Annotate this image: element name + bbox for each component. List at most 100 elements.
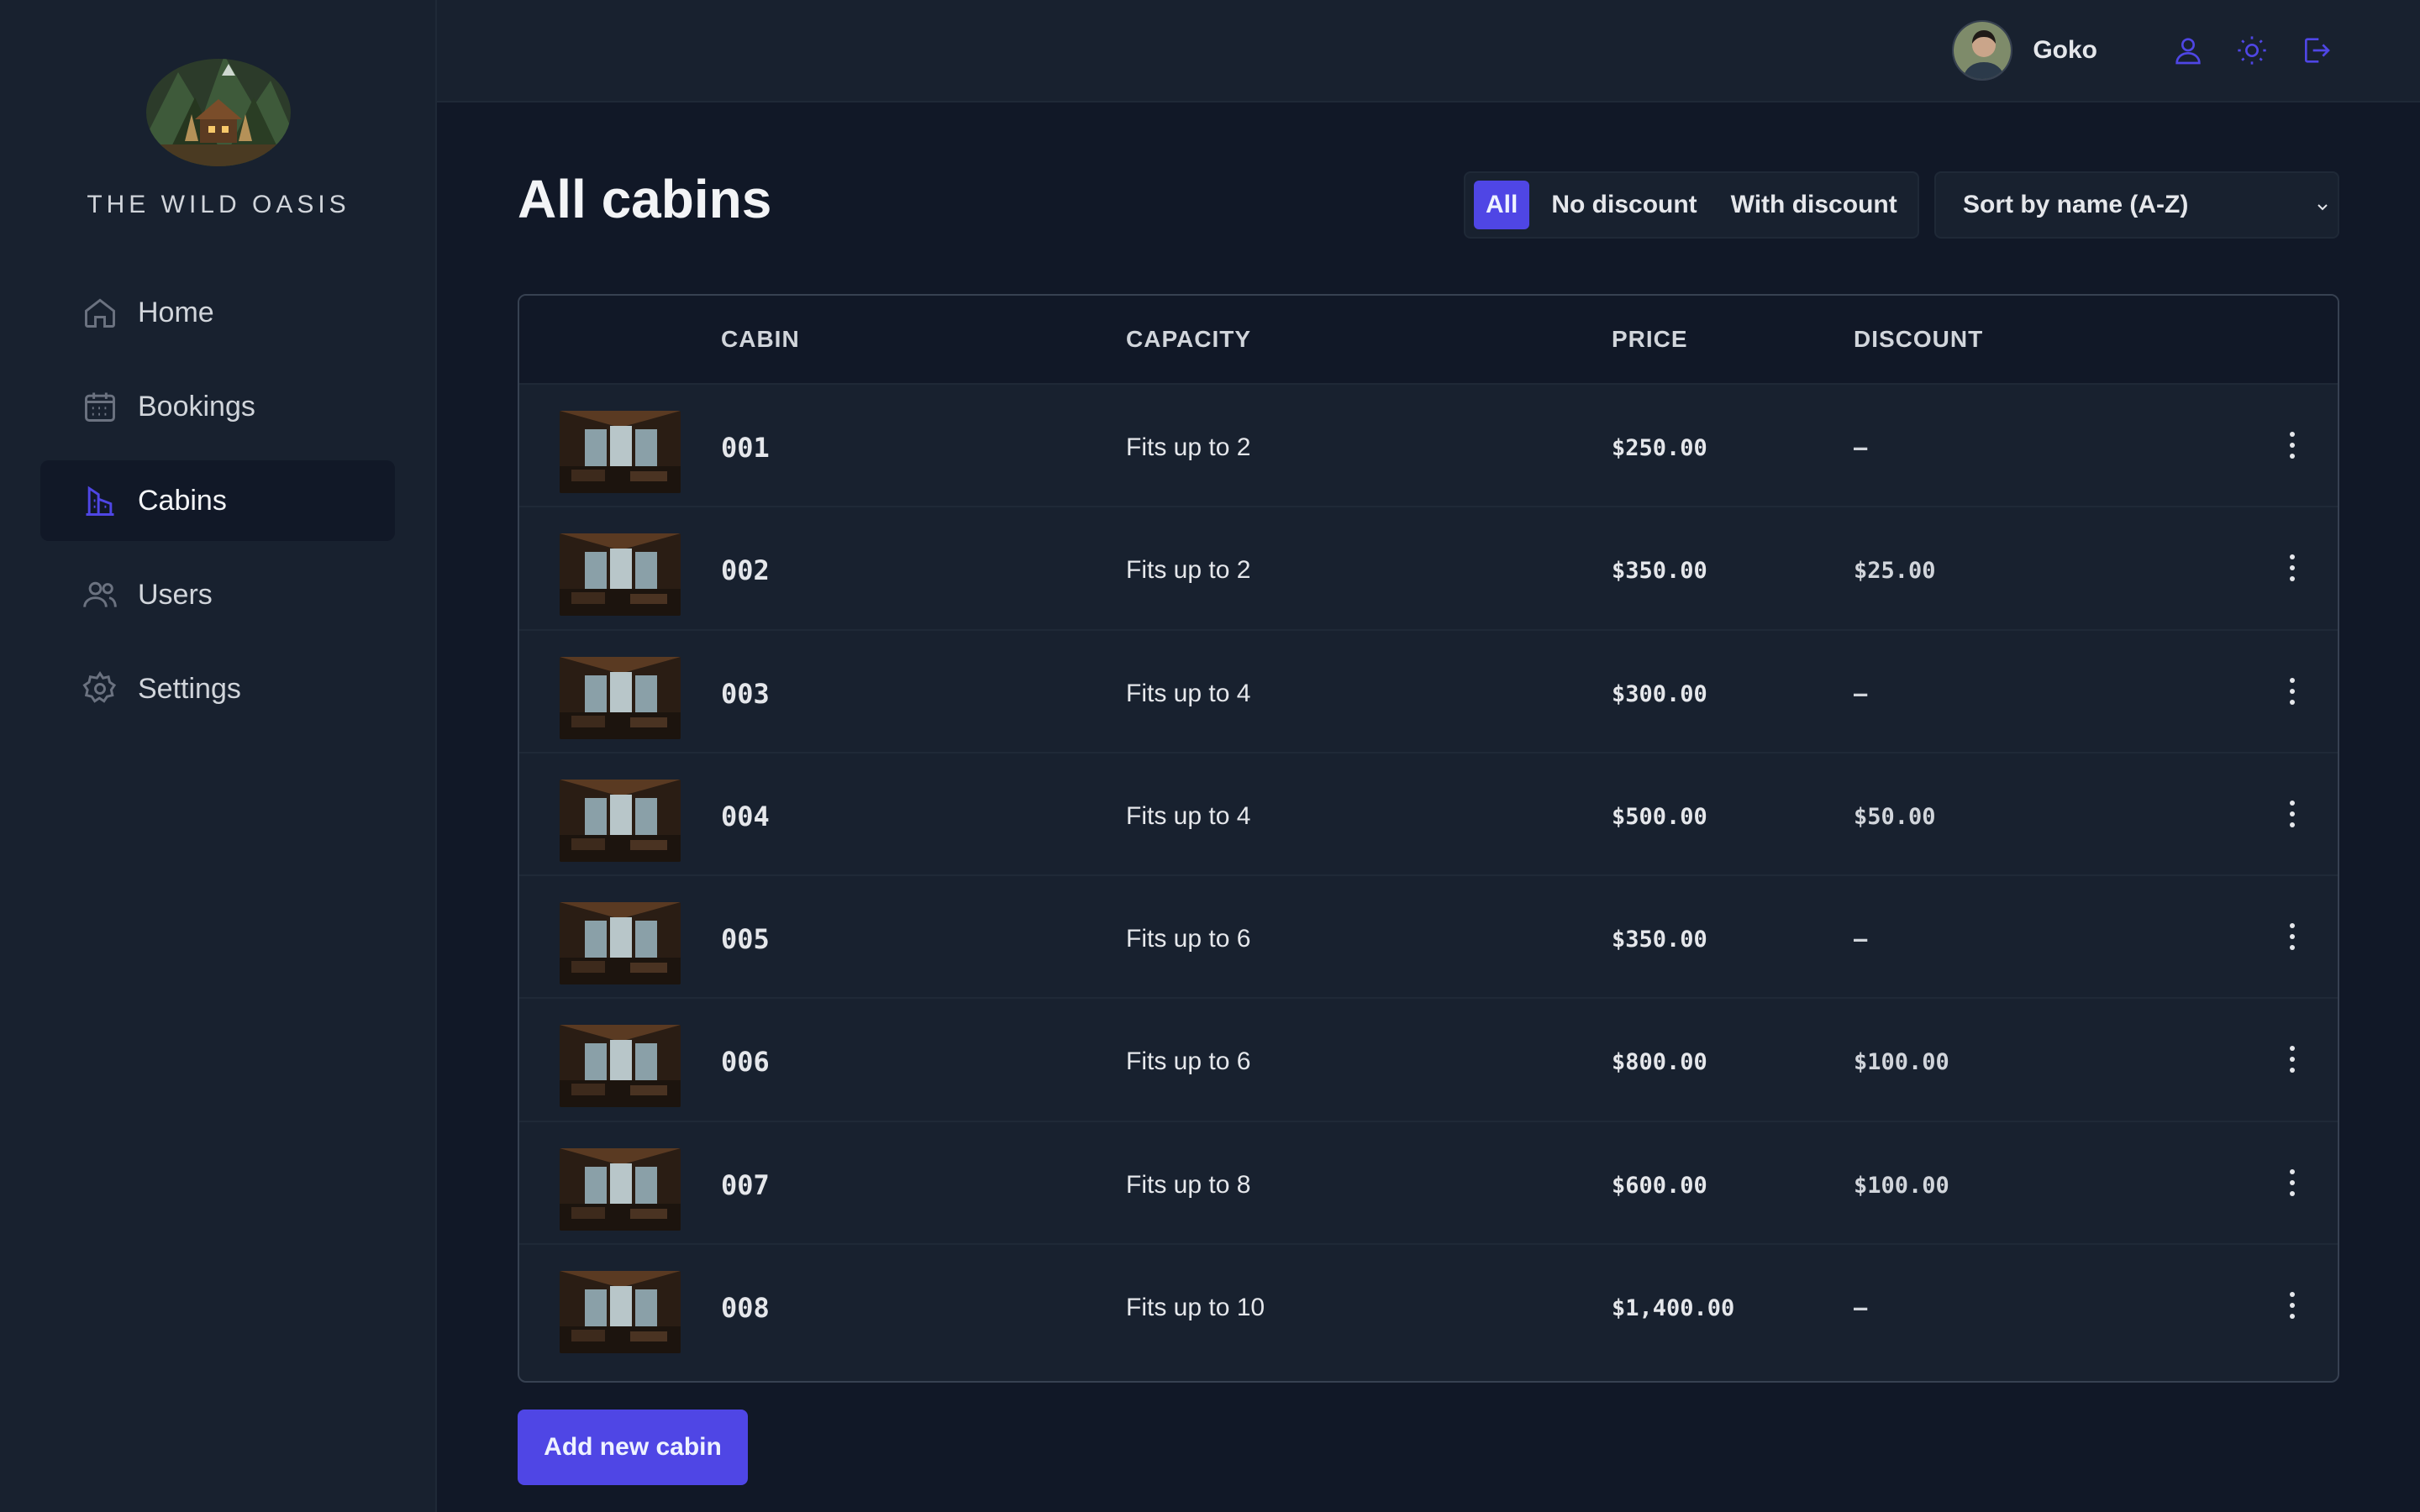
cabin-price: $300.00 — [1612, 680, 1707, 707]
cabin-discount: — — [1854, 435, 1868, 461]
cabin-price: $350.00 — [1612, 927, 1707, 953]
more-vertical-icon — [2290, 1046, 2295, 1052]
cabin-thumbnail — [560, 902, 681, 985]
user-name: Goko — [2033, 36, 2097, 64]
more-vertical-icon — [2290, 1168, 2295, 1174]
cabin-price: $250.00 — [1612, 435, 1707, 461]
cabin-discount: — — [1854, 680, 1868, 707]
cabin-discount: $100.00 — [1854, 1049, 1949, 1076]
more-vertical-icon-dot — [2290, 1303, 2295, 1309]
gear-icon — [81, 669, 119, 708]
page-title: All cabins — [518, 169, 772, 229]
nav-label-users: Users — [138, 578, 213, 611]
more-vertical-icon — [2290, 923, 2295, 929]
more-vertical-icon-dot — [2290, 699, 2295, 705]
filter-all-button[interactable]: All — [1474, 181, 1530, 229]
nav-item-cabins[interactable]: Cabins — [40, 460, 395, 541]
row-menu-button[interactable] — [2286, 797, 2299, 831]
row-menu-button[interactable] — [2286, 920, 2299, 953]
more-vertical-icon — [2290, 432, 2295, 437]
sun-icon — [2238, 36, 2266, 65]
cabin-name: 003 — [721, 677, 770, 710]
column-header-price: PRICE — [1612, 326, 1688, 352]
brand-name: THE WILD OASIS — [87, 191, 350, 218]
cabin-thumbnail — [560, 656, 681, 739]
more-vertical-icon-dot — [2290, 945, 2295, 951]
cabin-thumbnail — [560, 1271, 681, 1354]
avatar — [1952, 20, 2013, 81]
filter-no-discount-button[interactable]: No discount — [1539, 181, 1708, 229]
nav-item-bookings[interactable]: Bookings — [40, 366, 395, 447]
cabin-name: 001 — [721, 432, 770, 464]
table-row: 007 Fits up to 8 $600.00 $100.00 — [519, 1121, 2338, 1246]
sidebar: THE WILD OASIS Home Bookings Cabins User… — [0, 0, 437, 1512]
cabin-capacity: Fits up to 2 — [1126, 433, 1251, 461]
sort-select-value: Sort by name (A-Z) — [1963, 191, 2189, 218]
cabin-price: $350.00 — [1612, 558, 1707, 585]
row-menu-button[interactable] — [2286, 428, 2299, 462]
nav-item-settings[interactable]: Settings — [40, 648, 395, 729]
table-header: CABIN CAPACITY PRICE DISCOUNT — [519, 296, 2338, 385]
cabin-name: 006 — [721, 1046, 770, 1079]
nav-item-home[interactable]: Home — [40, 272, 395, 353]
cabin-discount: $100.00 — [1854, 1172, 1949, 1199]
filter-with-discount-button[interactable]: With discount — [1719, 181, 1909, 229]
column-header-discount: DISCOUNT — [1854, 326, 1984, 352]
cabin-thumbnail — [560, 779, 681, 862]
cabin-thumbnail — [560, 533, 681, 617]
row-menu-button[interactable] — [2286, 675, 2299, 708]
top-header: Goko — [437, 0, 2420, 102]
logout-button[interactable] — [2292, 27, 2339, 74]
calendar-icon — [81, 387, 119, 426]
cabins-table: CABIN CAPACITY PRICE DISCOUNT 001 Fits u… — [518, 294, 2339, 1383]
nav-label-bookings: Bookings — [138, 390, 255, 423]
cabin-name: 002 — [721, 554, 770, 587]
cabin-capacity: Fits up to 10 — [1126, 1294, 1265, 1322]
cabin-discount: — — [1854, 927, 1868, 953]
more-vertical-icon — [2290, 800, 2295, 806]
table-row: 005 Fits up to 6 $350.00 — — [519, 876, 2338, 1000]
add-new-cabin-button[interactable]: Add new cabin — [518, 1410, 748, 1485]
table-row: 003 Fits up to 4 $300.00 — — [519, 630, 2338, 753]
column-header-cabin: CABIN — [721, 326, 800, 352]
more-vertical-icon-dot — [2290, 811, 2295, 816]
cabin-capacity: Fits up to 4 — [1126, 801, 1251, 830]
more-vertical-icon-dot — [2290, 1314, 2295, 1320]
more-vertical-icon — [2290, 1292, 2295, 1298]
sort-select[interactable]: Sort by name (A-Z) — [1934, 171, 2339, 239]
row-menu-button[interactable] — [2286, 551, 2299, 585]
row-menu-button[interactable] — [2286, 1042, 2299, 1076]
nav-item-users[interactable]: Users — [40, 554, 395, 635]
more-vertical-icon-dot — [2290, 443, 2295, 448]
more-vertical-icon-dot — [2290, 565, 2295, 571]
logout-icon — [2305, 38, 2330, 63]
row-menu-button[interactable] — [2286, 1166, 2299, 1200]
cabin-capacity: Fits up to 8 — [1126, 1170, 1251, 1199]
cabin-name: 008 — [721, 1292, 770, 1325]
building-icon — [81, 481, 119, 520]
cabin-thumbnail — [560, 411, 681, 493]
column-header-capacity: CAPACITY — [1126, 326, 1252, 352]
discount-filter: All No discount With discount — [1464, 171, 1919, 239]
chevron-down-icon — [2317, 204, 2328, 211]
table-row: 006 Fits up to 6 $800.00 $100.00 — [519, 999, 2338, 1122]
table-row: 001 Fits up to 2 $250.00 — — [519, 385, 2338, 508]
row-menu-button[interactable] — [2286, 1289, 2299, 1322]
more-vertical-icon-dot — [2290, 1190, 2295, 1196]
users-icon — [81, 575, 119, 614]
cabin-capacity: Fits up to 6 — [1126, 925, 1251, 953]
cabin-price: $1,400.00 — [1612, 1295, 1735, 1322]
more-vertical-icon-dot — [2290, 1068, 2295, 1074]
more-vertical-icon — [2290, 677, 2295, 683]
nav-label-settings: Settings — [138, 672, 241, 705]
cabin-price: $600.00 — [1612, 1172, 1707, 1199]
account-button[interactable] — [2165, 27, 2212, 74]
main-nav: Home Bookings Cabins Users Settings — [40, 272, 395, 743]
user-icon — [2175, 38, 2201, 65]
theme-toggle-button[interactable] — [2228, 27, 2275, 74]
cabin-capacity: Fits up to 2 — [1126, 556, 1251, 585]
cabin-discount: $25.00 — [1854, 558, 1936, 585]
table-row: 002 Fits up to 2 $350.00 $25.00 — [519, 507, 2338, 631]
user-menu: Goko — [1952, 18, 2339, 82]
more-vertical-icon-dot — [2290, 1057, 2295, 1063]
